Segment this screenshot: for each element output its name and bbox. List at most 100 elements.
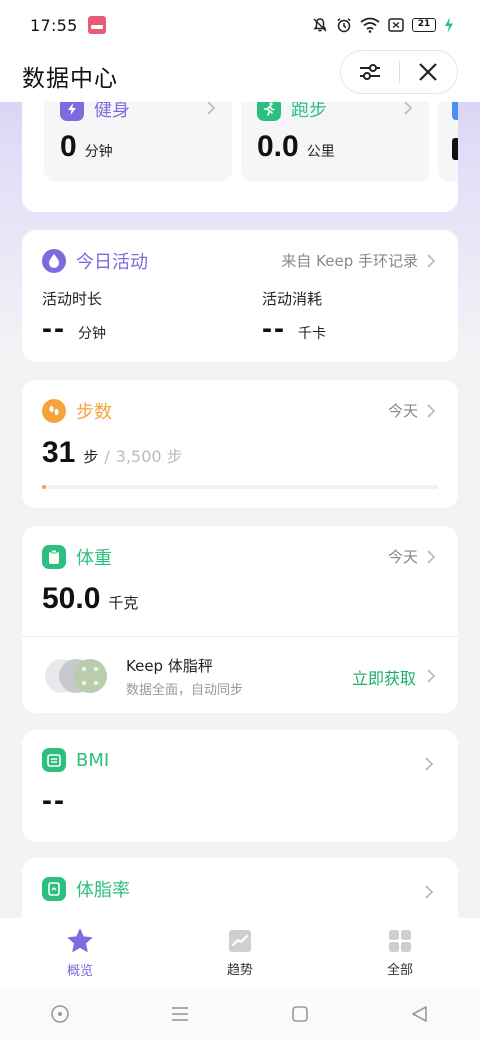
- activity-consume-value-row: -- 千卡: [262, 312, 326, 346]
- steps-card-header: 步数: [42, 398, 112, 424]
- lightning-icon: [60, 102, 84, 121]
- page-title: 数据中心: [22, 66, 118, 92]
- tab-trends[interactable]: 趋势: [180, 929, 300, 978]
- steps-value-row: 31 步 / 3,500 步: [42, 436, 183, 470]
- steps-period-link[interactable]: 今天: [388, 400, 436, 421]
- tab-all[interactable]: 全部: [340, 929, 460, 978]
- steps-card[interactable]: 步数 今天 31 步 / 3,500 步: [22, 380, 458, 508]
- steps-goal: 3,500 步: [115, 447, 183, 466]
- tab-trends-label: 趋势: [226, 962, 253, 978]
- activity-source-label: 来自 Keep 手环记录: [281, 252, 418, 270]
- chevron-right-icon: [427, 253, 436, 268]
- fitness-value-row: 0 分钟: [60, 130, 113, 164]
- partial-sport-value: [452, 138, 458, 160]
- steps-separator: /: [104, 447, 110, 466]
- today-activity-card[interactable]: 今日活动 来自 Keep 手环记录 活动时长 -- 分钟 活动消耗 -- 千卡: [22, 230, 458, 362]
- promo-subtitle: 数据全面，自动同步: [126, 683, 244, 698]
- footprints-icon: [42, 399, 66, 423]
- chevron-right-icon: [404, 102, 413, 115]
- running-card-header: 跑步: [257, 102, 327, 122]
- alarm-icon: [337, 18, 351, 33]
- tab-overview-label: 概览: [66, 963, 93, 979]
- next-sport-card-partial[interactable]: [438, 102, 458, 182]
- tab-all-label: 全部: [386, 962, 413, 978]
- weight-value-row: 50.0 千克: [42, 582, 138, 616]
- activity-source-link[interactable]: 来自 Keep 手环记录: [281, 250, 436, 271]
- trend-chart-icon: [229, 929, 251, 952]
- runner-icon: [257, 102, 281, 121]
- mute-bell-icon: [313, 18, 327, 32]
- bottom-tab-bar: 概览 趋势 全部: [0, 918, 480, 988]
- body-fat-card[interactable]: 体脂率: [22, 858, 458, 918]
- weight-period: 今天: [387, 548, 418, 566]
- bmi-title: BMI: [76, 749, 110, 771]
- steps-progress-track: [42, 485, 438, 489]
- chevron-right-icon[interactable]: [424, 884, 434, 900]
- partial-sport-icon: [452, 102, 458, 120]
- close-icon: [419, 63, 438, 81]
- close-button[interactable]: [399, 50, 457, 94]
- sim-icon: [388, 18, 404, 32]
- chevron-right-icon: [427, 403, 436, 418]
- fitness-label: 健身: [94, 102, 130, 121]
- bmi-value-row: --: [42, 784, 66, 818]
- clipboard-icon: [42, 545, 66, 569]
- content-scroll-area[interactable]: 健身 0 分钟 跑步 0.0 公里 今日活动 来自 Keep 手环记录 活动时长…: [0, 102, 480, 918]
- charging-bolt-icon: [445, 17, 453, 33]
- running-card[interactable]: 跑步 0.0 公里: [241, 102, 429, 182]
- status-bar: 17:55 21: [0, 0, 480, 50]
- fitness-value: 0: [60, 130, 77, 163]
- status-icons: 21: [312, 17, 454, 33]
- activity-duration-value: --: [42, 312, 66, 345]
- steps-value: 31: [42, 436, 76, 469]
- activity-title: 今日活动: [76, 252, 148, 273]
- chevron-right-icon[interactable]: [424, 756, 434, 772]
- promo-action-button[interactable]: 立即获取: [352, 665, 416, 689]
- menu-nav-icon[interactable]: [170, 1005, 190, 1023]
- weight-period-link[interactable]: 今天: [388, 546, 436, 567]
- scale-promo-row[interactable]: Keep 体脂秤 数据全面，自动同步 立即获取: [22, 637, 458, 713]
- star-icon: [67, 928, 93, 952]
- settings-button[interactable]: [341, 50, 399, 94]
- app-notification-icon: [87, 16, 106, 34]
- back-nav-icon[interactable]: [410, 1004, 430, 1024]
- running-unit: 公里: [306, 144, 335, 160]
- bmi-card-header: BMI: [42, 748, 109, 772]
- tab-overview[interactable]: 概览: [20, 928, 140, 979]
- system-navigation-bar: [0, 988, 480, 1040]
- activity-consume-unit: 千卡: [297, 326, 326, 342]
- page-header: 数据中心: [0, 50, 480, 102]
- activity-consume-value: --: [262, 312, 286, 345]
- running-value-row: 0.0 公里: [257, 130, 335, 164]
- running-value: 0.0: [257, 130, 299, 163]
- promo-title: Keep 体脂秤: [126, 657, 213, 675]
- home-nav-icon[interactable]: [290, 1004, 310, 1024]
- chevron-right-icon: [427, 669, 436, 683]
- steps-title: 步数: [76, 402, 112, 423]
- weight-card-header: 体重: [42, 544, 112, 570]
- weight-card[interactable]: 体重 今天 50.0 千克 Keep 体脂秤 数据全面，自动同步 立即获取: [22, 526, 458, 713]
- activity-duration-label: 活动时长: [42, 290, 103, 308]
- fitness-card[interactable]: 健身 0 分钟: [44, 102, 232, 182]
- mini-program-capsule: [340, 50, 458, 94]
- weight-value: 50.0: [42, 582, 101, 615]
- steps-period: 今天: [387, 402, 418, 420]
- sport-summary-card: 健身 0 分钟 跑步 0.0 公里: [22, 102, 458, 212]
- scale-icon: [42, 748, 66, 772]
- steps-unit: 步: [83, 448, 99, 466]
- status-time: 17:55: [30, 15, 78, 35]
- chevron-right-icon: [427, 549, 436, 564]
- activity-duration-value-row: -- 分钟: [42, 312, 106, 346]
- activity-consume-label: 活动消耗: [262, 290, 323, 308]
- fitness-card-header: 健身: [60, 102, 130, 122]
- bmi-card[interactable]: BMI --: [22, 730, 458, 842]
- assistant-nav-icon[interactable]: [50, 1004, 70, 1024]
- bmi-value: --: [42, 784, 66, 817]
- body-fat-icon: [42, 877, 66, 901]
- body-fat-title: 体脂率: [76, 880, 130, 901]
- body-fat-scale-image-icon: [45, 659, 107, 693]
- sliders-icon: [359, 64, 380, 80]
- weight-unit: 千克: [108, 594, 139, 612]
- grid-icon: [389, 929, 411, 952]
- weight-title: 体重: [76, 548, 112, 569]
